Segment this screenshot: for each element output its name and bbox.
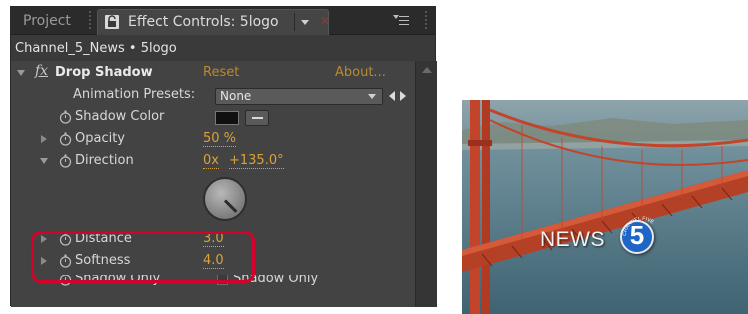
breadcrumb: Channel_5_News • 5logo <box>15 41 177 56</box>
tab-project[interactable]: Project <box>23 13 71 29</box>
stopwatch-icon[interactable] <box>59 154 72 168</box>
direction-label: Direction <box>75 153 134 168</box>
badge-arc-label: CHANNEL FIVE <box>622 216 655 236</box>
panel-tab-bar: Project Effect Controls: 5logo ✕ <box>11 7 435 35</box>
bridge-photo <box>462 100 748 314</box>
tab-effect-controls[interactable]: Effect Controls: 5logo ✕ <box>97 9 330 35</box>
tab-grip[interactable] <box>89 11 91 31</box>
shadow-color-label: Shadow Color <box>75 109 165 124</box>
effect-controls-panel: Project Effect Controls: 5logo ✕ Channel… <box>10 6 437 307</box>
vertical-scrollbar[interactable] <box>415 61 437 307</box>
lock-icon[interactable] <box>104 14 120 30</box>
direction-revolutions-value[interactable]: 0x <box>203 153 219 169</box>
next-preset-icon[interactable] <box>400 91 406 101</box>
dial-indicator <box>223 199 238 213</box>
highlight-annotation <box>31 231 255 283</box>
panel-grip[interactable] <box>425 11 427 31</box>
twirl-down-icon[interactable] <box>40 158 48 164</box>
shadow-color-swatch[interactable] <box>215 111 239 125</box>
opacity-label: Opacity <box>75 131 126 146</box>
opacity-row: Opacity 50 % <box>11 129 415 151</box>
stopwatch-icon[interactable] <box>59 132 72 146</box>
animation-presets-value: None <box>220 89 252 103</box>
fx-toggle-icon[interactable]: fx <box>35 63 48 79</box>
tab-dropdown-button[interactable] <box>294 13 312 31</box>
animation-presets-label: Animation Presets: <box>73 87 196 102</box>
animation-presets-select[interactable]: None <box>215 88 383 105</box>
svg-text:CHANNEL FIVE: CHANNEL FIVE <box>622 216 655 236</box>
close-icon[interactable]: ✕ <box>320 14 330 28</box>
direction-degrees-value[interactable]: +135.0° <box>229 153 284 169</box>
stopwatch-icon[interactable] <box>59 110 72 124</box>
effect-name: Drop Shadow <box>55 65 153 80</box>
direction-row: Direction 0x +135.0° <box>11 151 415 173</box>
news-logo-text: NEWS <box>540 228 605 251</box>
animation-presets-row: Animation Presets: None <box>11 85 415 107</box>
tab-effect-controls-label: Effect Controls: 5logo <box>128 14 279 30</box>
composition-preview: NEWS 5 CHANNEL FIVE <box>462 100 748 314</box>
effect-header-row: fx Drop Shadow Reset About... <box>11 63 415 85</box>
scroll-up-icon[interactable] <box>422 67 432 73</box>
chevron-down-icon <box>368 94 376 99</box>
direction-dial[interactable] <box>203 177 247 221</box>
reset-button[interactable]: Reset <box>203 65 239 80</box>
opacity-value[interactable]: 50 % <box>203 131 237 147</box>
shadow-color-row: Shadow Color <box>11 107 415 129</box>
news-logo: NEWS 5 CHANNEL FIVE <box>540 216 740 266</box>
badge-arc-text: CHANNEL FIVE <box>622 216 655 236</box>
about-button[interactable]: About... <box>335 65 386 80</box>
eyedropper-icon[interactable] <box>245 110 269 126</box>
previous-preset-icon[interactable] <box>389 91 395 101</box>
twirl-down-icon[interactable] <box>17 70 25 76</box>
twirl-right-icon[interactable] <box>41 135 47 143</box>
panel-menu-icon[interactable] <box>393 13 409 27</box>
